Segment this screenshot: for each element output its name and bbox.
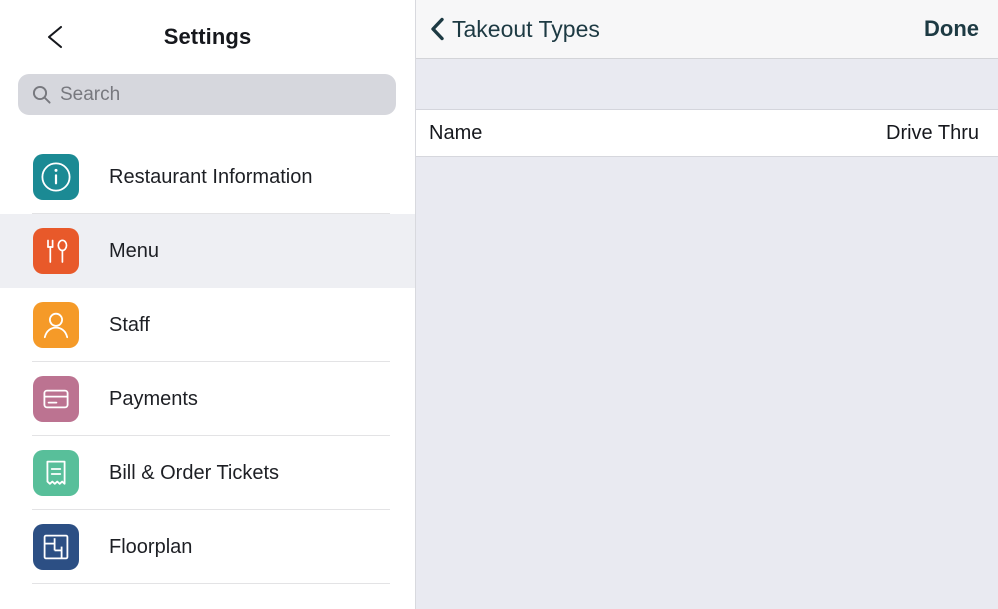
panel-divider [415, 0, 416, 609]
sidebar-header: Settings [0, 0, 415, 72]
back-button-label: Takeout Types [452, 15, 600, 42]
settings-sidebar: Settings Search Restaurant Information M… [0, 0, 415, 609]
takeout-types-detail-panel: Takeout Types Done Name Drive Thru [415, 0, 998, 609]
receipt-icon [33, 450, 79, 496]
info-circle-icon [33, 154, 79, 200]
detail-navbar: Takeout Types Done [415, 0, 998, 59]
sidebar-item-restaurant-information[interactable]: Restaurant Information [0, 140, 415, 214]
sidebar-item-label: Payments [109, 388, 198, 410]
detail-content-area [415, 157, 998, 609]
sidebar-item-floorplan[interactable]: Floorplan [0, 510, 415, 584]
sidebar-item-label: Menu [109, 240, 160, 262]
search-container: Search [18, 74, 396, 115]
settings-screen: Settings Search Restaurant Information M… [0, 0, 998, 609]
floorplan-icon [33, 524, 79, 570]
sidebar-item-label: Bill & Order Tickets [109, 462, 280, 484]
settings-menu-list: Restaurant Information Menu Staff Paymen… [0, 140, 415, 584]
person-icon [33, 302, 79, 348]
search-input[interactable]: Search [18, 74, 396, 115]
fork-spoon-icon [33, 228, 79, 274]
page-title: Settings [163, 24, 252, 49]
sidebar-item-label: Floorplan [109, 536, 193, 558]
done-button[interactable]: Done [924, 0, 979, 58]
detail-section-spacer [415, 59, 998, 110]
chevron-left-icon [430, 17, 445, 41]
name-field-value: Drive Thru [886, 122, 979, 144]
sidebar-item-bill-and-order-tickets[interactable]: Bill & Order Tickets [0, 436, 415, 510]
search-placeholder: Search [60, 84, 121, 105]
sidebar-item-label: Staff [109, 314, 150, 336]
sidebar-item-payments[interactable]: Payments [0, 362, 415, 436]
back-button[interactable]: Takeout Types [430, 0, 600, 58]
credit-card-icon [33, 376, 79, 422]
sidebar-item-staff[interactable]: Staff [0, 288, 415, 362]
sidebar-item-label: Restaurant Information [109, 166, 313, 188]
search-icon [32, 85, 51, 104]
row-divider [32, 583, 390, 584]
name-field-row[interactable]: Name Drive Thru [415, 110, 998, 157]
name-field-label: Name [429, 122, 483, 144]
sidebar-item-menu[interactable]: Menu [0, 214, 415, 288]
